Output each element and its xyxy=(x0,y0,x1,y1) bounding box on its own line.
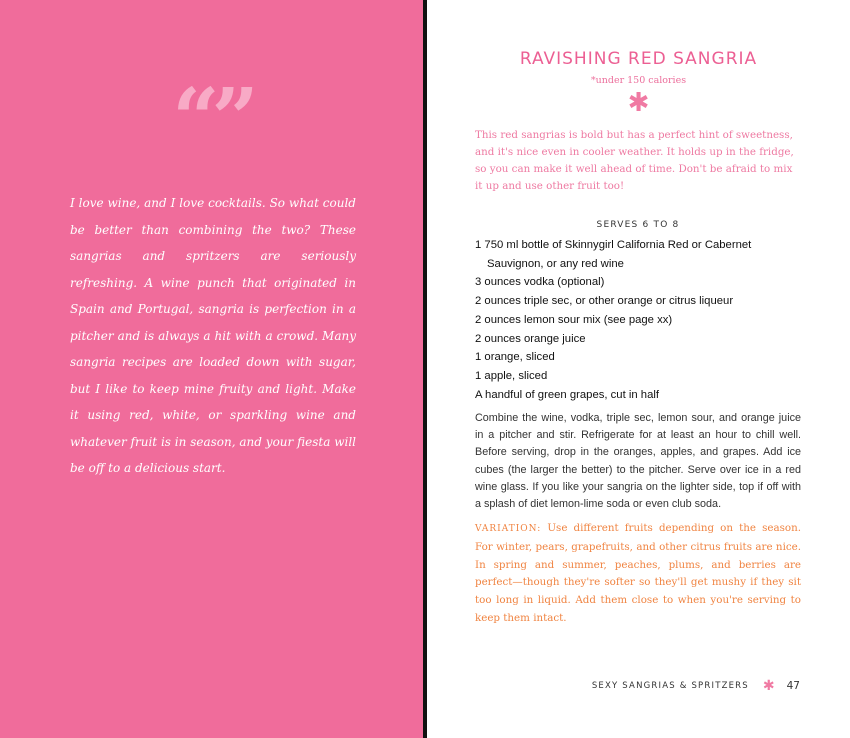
variation-text: Use different fruits depending on the se… xyxy=(475,522,801,624)
recipe-title: RAVISHING RED SANGRIA xyxy=(519,49,758,69)
quotation-mark-icon: “” xyxy=(172,71,258,167)
ingredient-item: 2 ounces lemon sour mix (see page xx) xyxy=(475,313,673,326)
ingredient-item: 1 orange, sliced xyxy=(475,351,555,364)
right-page: RAVISHING RED SANGRIA *under 150 calorie… xyxy=(427,0,850,738)
ingredient-item: 1 750 ml bottle of Skinnygirl California… xyxy=(475,236,805,273)
variation-label: VARIATION: xyxy=(475,524,542,534)
ingredient-text-continued: Sauvignon, or any red wine xyxy=(487,257,624,270)
ingredient-item: A handful of green grapes, cut in half xyxy=(475,388,660,401)
book-spread: “” I love wine, and I love cocktails. So… xyxy=(0,0,850,738)
asterisk-separator-icon: ✱ xyxy=(762,678,775,694)
ingredient-item: 2 ounces triple sec, or other orange or … xyxy=(475,295,734,308)
page-number: 47 xyxy=(786,680,800,692)
section-title: SEXY SANGRIAS & SPRITZERS xyxy=(591,681,749,691)
intro-paragraph: I love wine, and I love cocktails. So wh… xyxy=(70,196,356,475)
serves-label: SERVES 6 TO 8 xyxy=(596,220,680,230)
asterisk-ornament-icon: ✱ xyxy=(627,88,650,118)
variation-note: VARIATION: Use different fruits dependin… xyxy=(475,520,801,628)
calorie-note: *under 150 calories xyxy=(590,75,687,86)
page-footer: SEXY SANGRIAS & SPRITZERS ✱ 47 xyxy=(592,678,800,694)
ingredient-text: 1 750 ml bottle of Skinnygirl California… xyxy=(475,239,752,251)
recipe-description: This red sangrias is bold but has a perf… xyxy=(475,129,794,192)
ingredient-item: 3 ounces vodka (optional) xyxy=(475,276,605,289)
left-page: “” I love wine, and I love cocktails. So… xyxy=(0,0,423,738)
ingredient-list: 1 750 ml bottle of Skinnygirl California… xyxy=(475,236,805,404)
ingredient-item: 1 apple, sliced xyxy=(475,369,548,382)
recipe-directions: Combine the wine, vodka, triple sec, lem… xyxy=(475,412,801,511)
ingredient-item: 2 ounces orange juice xyxy=(475,332,586,345)
